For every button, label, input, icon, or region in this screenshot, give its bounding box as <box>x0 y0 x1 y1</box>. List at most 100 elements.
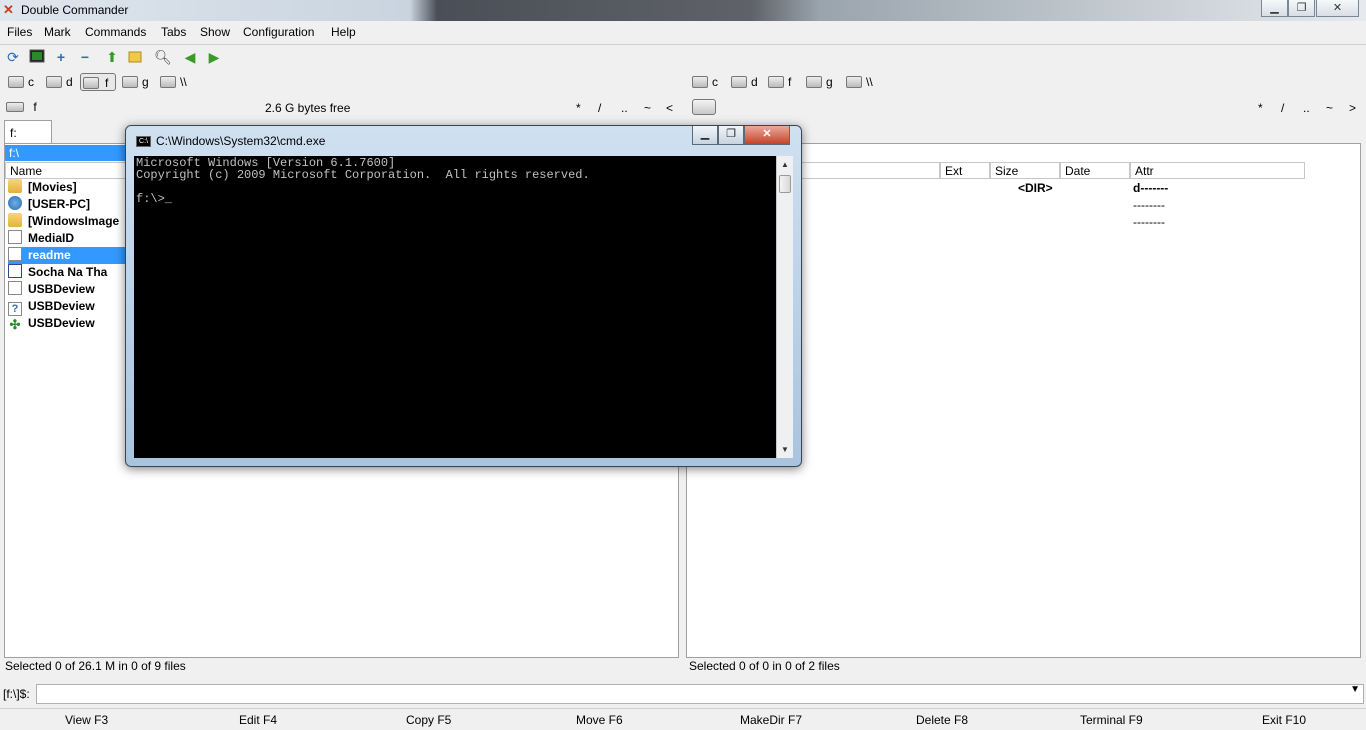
file-row[interactable]: ✣ USBDeview <box>8 315 95 332</box>
move-f6-button[interactable]: Move F6 <box>576 713 623 727</box>
file-row[interactable]: [USER-PC] <box>8 196 90 213</box>
file-name: [Movies] <box>28 180 77 194</box>
forward-arrow-icon[interactable]: ▶ <box>205 48 223 66</box>
network-drive-icon <box>846 76 862 88</box>
menu-help[interactable]: Help <box>331 25 356 39</box>
right-nav-slash[interactable]: / <box>1281 101 1284 115</box>
folder-info-icon[interactable] <box>126 48 144 66</box>
document-icon <box>8 230 22 244</box>
copy-f5-button[interactable]: Copy F5 <box>406 713 451 727</box>
left-status: Selected 0 of 26.1 M in 0 of 9 files <box>5 659 186 673</box>
drive-label: f <box>788 75 792 89</box>
command-input[interactable] <box>36 684 1364 704</box>
drive-icon <box>806 76 822 88</box>
right-drive-network[interactable]: \\ <box>844 73 873 91</box>
app-icon: ✕ <box>3 2 14 17</box>
file-row[interactable]: Socha Na Tha <box>8 264 107 281</box>
edit-f4-button[interactable]: Edit F4 <box>239 713 277 727</box>
file-name: [WindowsImage <box>28 214 120 228</box>
cmd-maximize-button[interactable]: ❐ <box>718 126 744 145</box>
right-drive-icon <box>692 99 716 115</box>
drive-icon <box>731 76 747 88</box>
menu-configuration[interactable]: Configuration <box>243 25 314 39</box>
right-drive-d[interactable]: d <box>729 73 758 91</box>
cmd-window-title: C:\Windows\System32\cmd.exe <box>156 134 326 148</box>
right-drive-g[interactable]: g <box>804 73 833 91</box>
scroll-thumb[interactable] <box>779 175 791 193</box>
right-drive-f[interactable]: f <box>766 73 791 91</box>
refresh-icon[interactable]: ⟳ <box>4 48 22 66</box>
left-nav-slash[interactable]: / <box>598 101 601 115</box>
console-output[interactable]: Microsoft Windows [Version 6.1.7600] Cop… <box>134 156 776 458</box>
right-nav-up[interactable]: .. <box>1303 101 1310 115</box>
delete-f8-button[interactable]: Delete F8 <box>916 713 968 727</box>
drive-label: c <box>28 75 34 89</box>
file-row-selected[interactable]: readme <box>8 247 126 264</box>
usb-icon: ✣ <box>9 317 21 332</box>
view-f3-button[interactable]: View F3 <box>65 713 108 727</box>
cmd-close-button[interactable]: ✕ <box>744 126 790 145</box>
scroll-up-arrow-icon[interactable]: ▲ <box>777 156 793 173</box>
menu-show[interactable]: Show <box>200 25 230 39</box>
media-file-icon <box>8 264 22 278</box>
left-drive-info: f <box>6 100 37 120</box>
network-computer-icon <box>8 196 22 210</box>
left-drive-network[interactable]: \\ <box>158 73 187 91</box>
minimize-button[interactable]: ▁ <box>1261 0 1288 17</box>
drive-label: \\ <box>866 75 873 89</box>
maximize-button[interactable]: ❐ <box>1288 0 1315 17</box>
menu-tabs[interactable]: Tabs <box>161 25 186 39</box>
makedir-f7-button[interactable]: MakeDir F7 <box>740 713 802 727</box>
terminal-icon[interactable] <box>28 48 46 66</box>
right-row-attr: -------- <box>1133 198 1165 212</box>
left-nav-up[interactable]: .. <box>621 101 628 115</box>
drive-icon <box>8 76 24 88</box>
cmd-window[interactable]: C:\ C:\Windows\System32\cmd.exe ▁ ❐ ✕ Mi… <box>125 125 802 467</box>
command-history-dropdown[interactable]: ▼ <box>1350 684 1360 695</box>
exit-f10-button[interactable]: Exit F10 <box>1262 713 1306 727</box>
drive-label: f <box>105 76 109 90</box>
right-drive-c[interactable]: c <box>690 73 718 91</box>
left-drive-g[interactable]: g <box>120 73 149 91</box>
left-drive-c[interactable]: c <box>6 73 34 91</box>
right-col-attr[interactable]: Attr <box>1130 162 1305 179</box>
left-nav-home[interactable]: ~ <box>644 101 651 115</box>
console-scrollbar[interactable]: ▲ ▼ <box>776 156 793 458</box>
left-tab-f[interactable]: f: <box>4 120 52 144</box>
right-nav-home[interactable]: ~ <box>1326 101 1333 115</box>
right-nav-root[interactable]: * <box>1258 101 1263 115</box>
plus-icon[interactable]: + <box>52 48 70 66</box>
right-col-ext[interactable]: Ext <box>940 162 990 179</box>
search-icon[interactable]: 🔍︎ <box>154 48 172 66</box>
up-folder-icon[interactable]: ⬆ <box>103 48 121 66</box>
left-nav-root[interactable]: * <box>576 101 581 115</box>
file-row[interactable]: [Movies] <box>8 179 77 196</box>
back-arrow-icon[interactable]: ◀ <box>181 48 199 66</box>
left-nav-copy-left[interactable]: < <box>666 101 673 115</box>
file-name: readme <box>28 248 71 262</box>
close-button[interactable]: ✕ <box>1316 0 1359 17</box>
file-row[interactable]: ? USBDeview <box>8 298 95 316</box>
title-bar: ✕ Double Commander ▁ ❐ ✕ <box>0 0 1366 21</box>
drive-icon <box>122 76 138 88</box>
right-nav-copy-right[interactable]: > <box>1349 101 1356 115</box>
right-col-size[interactable]: Size <box>990 162 1060 179</box>
menu-files[interactable]: Files <box>7 25 32 39</box>
cmd-minimize-button[interactable]: ▁ <box>692 126 718 145</box>
minus-icon[interactable]: − <box>76 48 94 66</box>
left-drive-bar: c d f g \\ <box>0 71 680 93</box>
file-row[interactable]: USBDeview <box>8 281 95 298</box>
file-row[interactable]: [WindowsImage <box>8 213 119 230</box>
left-drive-f[interactable]: f <box>80 73 116 91</box>
file-row[interactable]: MediaID <box>8 230 74 247</box>
terminal-f9-button[interactable]: Terminal F9 <box>1080 713 1143 727</box>
menu-commands[interactable]: Commands <box>85 25 146 39</box>
right-col-date[interactable]: Date <box>1060 162 1130 179</box>
left-drive-d[interactable]: d <box>44 73 73 91</box>
left-free-space: 2.6 G bytes free <box>265 101 351 115</box>
menu-mark[interactable]: Mark <box>44 25 71 39</box>
drive-label: g <box>826 75 833 89</box>
scroll-down-arrow-icon[interactable]: ▼ <box>777 441 793 458</box>
folder-icon <box>8 179 22 193</box>
